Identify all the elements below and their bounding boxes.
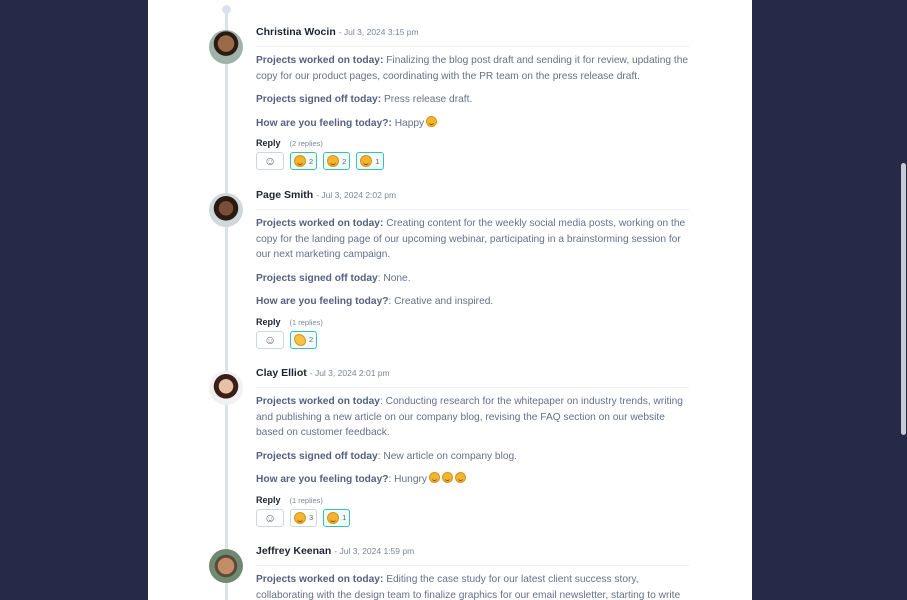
avatar[interactable]	[209, 193, 243, 227]
signed-off-text: Projects signed off today: New article o…	[256, 450, 518, 462]
reply-count[interactable]: (1 replies)	[290, 496, 323, 505]
smiling-face-icon	[426, 115, 438, 127]
add-reaction-button[interactable]: ☺	[256, 330, 284, 349]
yum-face-icon	[294, 511, 306, 524]
post-header: Page Smith - Jul 3, 2024 2:02 pm	[256, 189, 689, 210]
scrollbar-thumb[interactable]	[901, 163, 906, 435]
feed-panel: Christina Wocin - Jul 3, 2024 3:15 pm Pr…	[148, 0, 752, 600]
star-struck-icon	[327, 155, 340, 167]
add-reaction-button[interactable]: ☺	[256, 508, 284, 527]
yum-face-icon	[428, 472, 440, 483]
post-timestamp: - Jul 3, 2024 3:15 pm	[338, 27, 419, 37]
yum-face-icon	[454, 472, 466, 483]
author-name[interactable]: Christina Wocin	[256, 26, 336, 38]
worked-on-text: Projects worked on today: Editing the ca…	[256, 574, 681, 600]
reply-link[interactable]: Reply	[256, 495, 281, 505]
worked-on-text: Projects worked on today: Creating conte…	[256, 218, 686, 260]
reactions-bar: ☺ 2 2 1	[256, 152, 689, 170]
reaction-smiling-face[interactable]: 2	[290, 152, 318, 170]
post-timestamp: - Jul 3, 2024 2:02 pm	[316, 190, 397, 200]
worked-on-text: Projects worked on today: Finalizing the…	[256, 55, 689, 82]
post-header: Christina Wocin - Jul 3, 2024 3:15 pm	[256, 26, 689, 47]
worked-on-label: Projects worked on today:	[256, 574, 384, 585]
feeling-label: How are you feeling today?	[256, 474, 389, 485]
feeling-label: How are you feeling today?	[256, 296, 389, 307]
signed-off-label: Projects signed off today:	[256, 94, 382, 105]
worked-on-label: Projects worked on today:	[256, 55, 384, 66]
reply-count[interactable]: (2 replies)	[290, 139, 323, 148]
smiley-icon: ☺	[264, 332, 277, 347]
timeline-line	[225, 8, 228, 600]
relieved-face-icon	[360, 155, 373, 167]
author-name[interactable]: Clay Elliot	[256, 367, 307, 379]
signed-off-label: Projects signed off today	[256, 450, 378, 462]
smiling-face-icon	[294, 155, 306, 167]
post-timestamp: - Jul 3, 2024 2:01 pm	[309, 368, 390, 378]
worked-on-label: Projects worked on today	[256, 396, 380, 407]
signed-off-label: Projects signed off today	[256, 272, 378, 284]
reply-row: Reply (2 replies)	[256, 138, 689, 148]
feeling-text: How are you feeling today?: Happy	[256, 115, 689, 132]
avatar[interactable]	[209, 549, 243, 583]
worked-on-label: Projects worked on today:	[256, 218, 384, 229]
avatar[interactable]	[209, 30, 243, 64]
author-name[interactable]: Page Smith	[256, 189, 313, 201]
laughing-face-icon	[327, 511, 340, 524]
reaction-yum-face[interactable]: 3	[290, 508, 318, 527]
post-timestamp: - Jul 3, 2024 1:59 pm	[334, 546, 415, 556]
signed-off-text: Projects signed off today: Press release…	[256, 94, 473, 105]
reactions-bar: ☺ 2	[256, 330, 689, 349]
add-reaction-button[interactable]: ☺	[256, 152, 284, 170]
reply-link[interactable]: Reply	[256, 317, 281, 327]
smiley-icon: ☺	[264, 154, 277, 168]
reaction-clapping-hands[interactable]: 2	[290, 330, 318, 349]
feeling-text: How are you feeling today?: Hungry	[256, 472, 689, 488]
clapping-hands-icon	[294, 333, 306, 346]
feeling-label: How are you feeling today?:	[256, 117, 392, 129]
reaction-star-struck[interactable]: 2	[323, 152, 351, 170]
smiley-icon: ☺	[264, 510, 277, 525]
feeling-text: How are you feeling today?: Creative and…	[256, 296, 494, 307]
post-header: Clay Elliot - Jul 3, 2024 2:01 pm	[256, 367, 689, 388]
avatar[interactable]	[209, 371, 243, 405]
yum-face-icon	[441, 472, 453, 483]
reaction-laughing-face[interactable]: 1	[323, 508, 351, 527]
reply-count[interactable]: (1 replies)	[290, 318, 323, 327]
reactions-bar: ☺ 3 1	[256, 508, 689, 527]
post-header: Jeffrey Keenan - Jul 3, 2024 1:59 pm	[256, 545, 689, 566]
reaction-relieved-face[interactable]: 1	[356, 152, 384, 170]
reply-link[interactable]: Reply	[256, 138, 281, 148]
reply-row: Reply (1 replies)	[256, 495, 689, 505]
worked-on-text: Projects worked on today: Conducting res…	[256, 396, 683, 438]
scrollbar[interactable]	[900, 0, 907, 600]
reply-row: Reply (1 replies)	[256, 317, 689, 327]
author-name[interactable]: Jeffrey Keenan	[256, 545, 331, 557]
signed-off-text: Projects signed off today: None.	[256, 272, 411, 284]
